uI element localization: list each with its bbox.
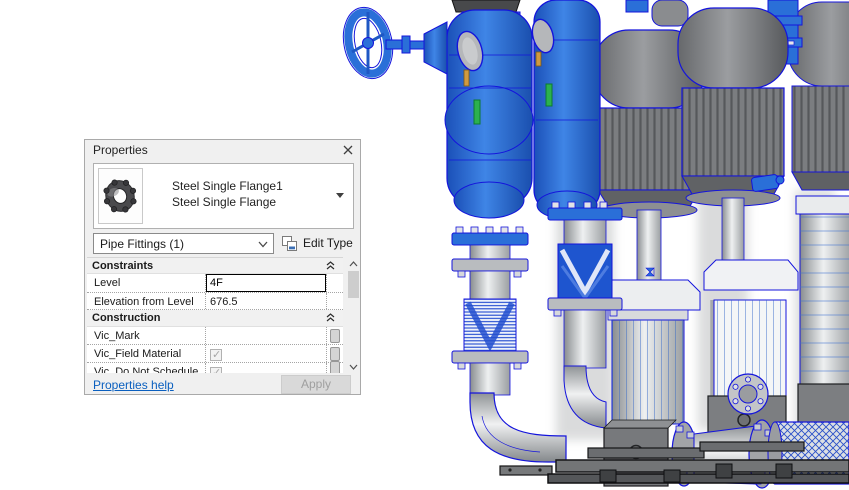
green-tag-2: [545, 83, 553, 107]
pipe-column-a: [451, 226, 529, 396]
property-label: Vic_Field Material: [87, 345, 206, 362]
row-button-strip: [326, 361, 343, 373]
pump-2: [703, 259, 799, 447]
row-button-strip: [326, 345, 343, 362]
edit-type-icon: [282, 235, 297, 251]
valve-assembly: [342, 0, 601, 220]
fan-cover-top: [651, 0, 689, 27]
check-icon: ✓: [212, 367, 222, 373]
checkbox-checked-disabled[interactable]: ✓: [210, 367, 222, 373]
category-construction-label: Construction: [92, 312, 161, 324]
apply-button[interactable]: Apply: [281, 375, 351, 394]
row-button-strip: [326, 327, 343, 344]
cell-browse-button[interactable]: [330, 361, 340, 373]
close-button[interactable]: [340, 142, 356, 158]
row-button-strip: [326, 293, 343, 309]
row-button-strip: [326, 274, 343, 292]
collapse-chevrons-icon[interactable]: [326, 313, 335, 322]
grid-scrollbar[interactable]: [347, 257, 360, 373]
category-construction[interactable]: Construction: [87, 310, 343, 327]
scrollbar-thumb[interactable]: [348, 271, 359, 298]
blue-cap: [625, 0, 649, 13]
scroll-up-icon: [349, 260, 358, 266]
checkbox-checked-disabled[interactable]: ✓: [210, 349, 222, 361]
type-name: Steel Single Flange: [172, 195, 277, 209]
property-value-cell[interactable]: [206, 327, 326, 344]
type-selector[interactable]: Steel Single Flange1 Steel Single Flange: [93, 163, 354, 229]
scroll-down-icon: [349, 364, 358, 370]
property-value-cell[interactable]: 676.5: [206, 293, 326, 309]
filter-dropdown[interactable]: Pipe Fittings (1): [93, 233, 274, 254]
cell-browse-button[interactable]: [330, 346, 340, 361]
property-label: Elevation from Level: [87, 293, 206, 309]
properties-palette: Properties Steel Single Flange1 Steel Si…: [84, 139, 361, 395]
chevron-down-icon: [258, 241, 268, 248]
cell-browse-button[interactable]: [330, 328, 340, 343]
property-label: Vic_Do Not Schedule: [87, 363, 206, 373]
property-label: Vic_Mark: [87, 327, 206, 344]
motor-2: [677, 7, 789, 269]
close-icon: [343, 145, 353, 155]
collapse-chevrons-icon[interactable]: [326, 261, 335, 270]
category-constraints-label: Constraints: [92, 260, 154, 272]
level-value-editor[interactable]: [206, 274, 326, 292]
property-grid: Constraints Level Elevation from Level 6…: [87, 257, 343, 373]
property-label: Level: [87, 274, 206, 292]
property-row-vic-field-material: Vic_Field Material ✓: [87, 345, 343, 363]
property-value-cell: ✓: [206, 345, 326, 362]
property-value-cell: ✓: [206, 363, 326, 373]
property-row-vic-do-not-schedule: Vic_Do Not Schedule ✓: [87, 361, 343, 373]
filter-dropdown-value: Pipe Fittings (1): [100, 237, 185, 251]
property-value-cell: [206, 274, 326, 292]
scroll-down-button[interactable]: [347, 360, 360, 373]
panel-title-bar[interactable]: Properties: [85, 140, 360, 160]
property-row-elevation: Elevation from Level 676.5: [87, 293, 343, 310]
category-constraints[interactable]: Constraints: [87, 258, 343, 274]
property-row-level: Level: [87, 274, 343, 293]
type-family-name: Steel Single Flange1: [172, 179, 283, 193]
panel-title: Properties: [93, 143, 148, 157]
type-dropdown-arrow-icon[interactable]: [336, 193, 344, 198]
green-tag-1: [473, 99, 481, 125]
flange-thumbnail-icon: [103, 179, 137, 213]
edit-type-button[interactable]: Edit Type: [281, 232, 353, 254]
check-icon: ✓: [212, 349, 222, 361]
valve-stem: [385, 39, 405, 50]
scroll-up-button[interactable]: [347, 257, 360, 270]
property-row-vic-mark: Vic_Mark: [87, 327, 343, 345]
properties-help-link[interactable]: Properties help: [93, 378, 174, 392]
type-thumbnail: [98, 168, 143, 224]
pump-3: [795, 195, 849, 433]
edit-type-label: Edit Type: [303, 236, 353, 250]
pump-1: [599, 267, 701, 426]
